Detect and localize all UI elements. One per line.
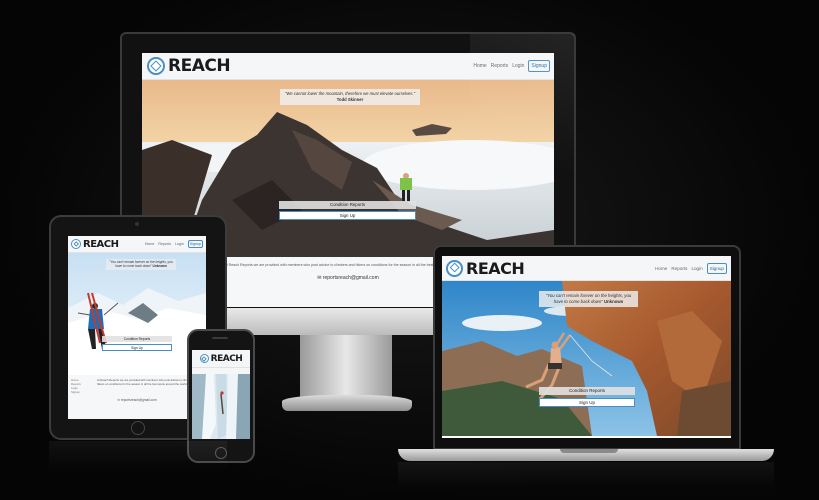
laptop-condition-reports-button[interactable]: Condition Reports: [539, 387, 635, 395]
nav-signup[interactable]: Signup: [187, 240, 203, 248]
tablet-condition-reports-button[interactable]: Condition Reports: [102, 336, 172, 342]
envelope-icon: ✉: [117, 398, 121, 402]
desktop-navbar: REACH Home Reports Login Signup: [142, 53, 554, 80]
nav-reports[interactable]: Reports: [491, 63, 509, 69]
tablet-quote-author: Unknown: [152, 264, 167, 269]
desktop-footer-email[interactable]: reportsreach@gmail.com: [323, 275, 379, 281]
laptop-quote-box: "You can't remain forever on the heights…: [539, 291, 638, 307]
envelope-icon: ✉: [317, 275, 322, 281]
desktop-signup-button[interactable]: Sign Up: [279, 211, 416, 220]
laptop-signup-button[interactable]: Sign Up: [539, 398, 635, 407]
laptop-hero: "You can't remain forever on the heights…: [442, 281, 731, 436]
tablet-signup-button[interactable]: Sign Up: [102, 344, 172, 351]
logo-icon: [199, 354, 209, 363]
floor-reflection: [49, 441, 227, 471]
desktop-quote-author: Todd Skinner: [336, 97, 364, 102]
nav-home[interactable]: Home: [473, 63, 486, 69]
phone-screen: REACH: [192, 350, 250, 439]
nav-reports[interactable]: Reports: [671, 266, 687, 271]
desktop-quote-text: "We cannot lower the mountain, therefore…: [284, 91, 416, 96]
nav-login[interactable]: Login: [512, 63, 524, 69]
nav-reports[interactable]: Reports: [158, 242, 171, 246]
tablet-navbar: REACH Home Reports Login Signup: [68, 236, 206, 253]
laptop-navbar: REACH Home Reports Login Signup: [442, 256, 731, 281]
brand-name[interactable]: REACH: [168, 56, 231, 76]
footer-link-signup[interactable]: Signup: [71, 390, 97, 394]
ice-climbing-hero-image: [192, 374, 250, 439]
laptop-quote-author: Unknown: [603, 299, 624, 304]
desktop-monitor-foot: [282, 395, 412, 411]
floor-reflection: [398, 462, 774, 490]
nav-signup[interactable]: Signup: [528, 60, 550, 72]
phone-hero: [192, 374, 250, 439]
brand-name[interactable]: REACH: [466, 259, 525, 278]
tablet-hero: "You can't remain forever on the heights…: [68, 253, 206, 375]
nav-login[interactable]: Login: [175, 242, 184, 246]
tablet-home-button[interactable]: [131, 421, 145, 435]
desktop-condition-reports-button[interactable]: Condition Reports: [279, 201, 416, 209]
phone-speaker: [212, 337, 228, 339]
logo-icon: [71, 239, 81, 249]
skier-hero-image: [68, 253, 206, 375]
phone-navbar: REACH: [192, 350, 250, 368]
tablet-quote-box: "You can't remain forever on the heights…: [106, 259, 176, 270]
tablet-footer: Home Reports Login Signup At Reach Repor…: [68, 375, 206, 419]
nav-signup[interactable]: Signup: [706, 262, 727, 274]
devices-mockup-stage: REACH Home Reports Login Signup "We cann…: [0, 0, 819, 500]
tablet-footer-email[interactable]: reportsreach@gmail.com: [121, 398, 157, 402]
tablet-footer-links: Home Reports Login Signup: [71, 378, 97, 394]
desktop-quote-box: "We cannot lower the mountain, therefore…: [280, 89, 420, 105]
nav-login[interactable]: Login: [691, 266, 702, 271]
brand-name[interactable]: REACH: [83, 239, 119, 250]
tablet-camera: [135, 222, 139, 226]
laptop-notch: [560, 449, 618, 453]
logo-icon: [446, 259, 463, 277]
tablet-screen: REACH Home Reports Login Signup "You can…: [68, 236, 206, 419]
laptop-screen: REACH Home Reports Login Signup "You can…: [442, 256, 731, 438]
nav-home[interactable]: Home: [655, 266, 667, 271]
desktop-monitor-stand: [300, 335, 392, 397]
logo-icon: [147, 57, 165, 75]
brand-name[interactable]: REACH: [211, 354, 243, 364]
nav-home[interactable]: Home: [145, 242, 155, 246]
